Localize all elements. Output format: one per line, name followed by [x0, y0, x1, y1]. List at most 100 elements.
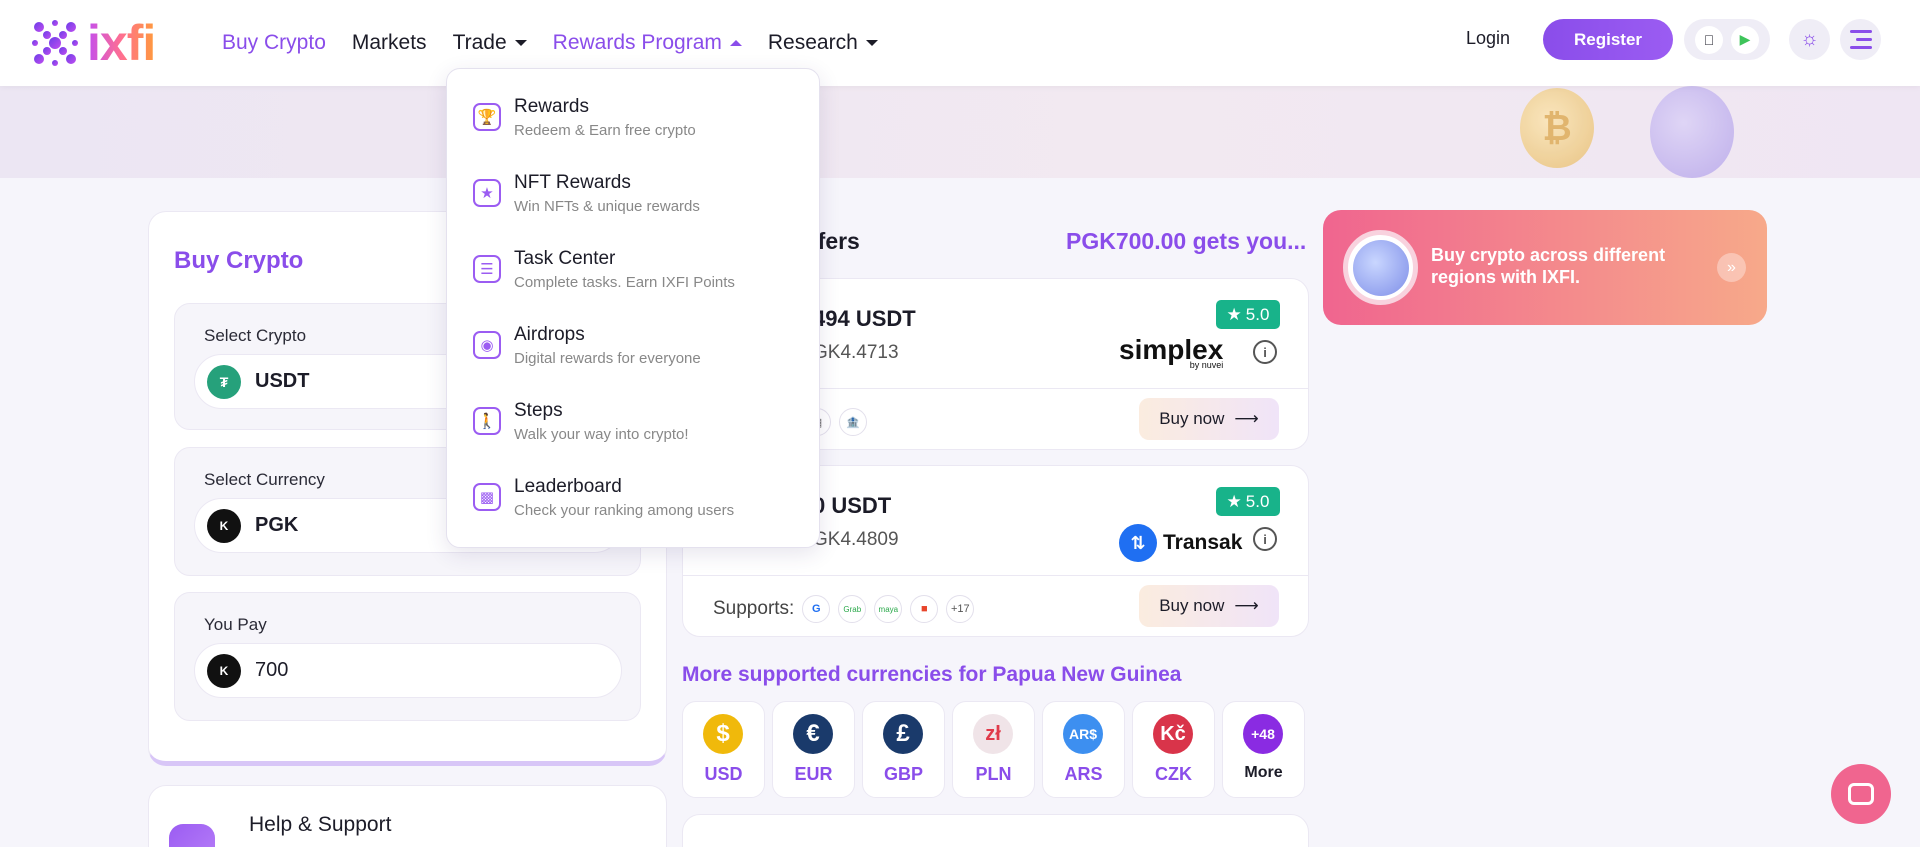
currency-code: USD: [704, 764, 743, 784]
nav-buy-crypto[interactable]: Buy Crypto: [222, 26, 326, 60]
nav-rewards-program-label: Rewards Program: [552, 31, 722, 54]
info-icon[interactable]: i: [1253, 340, 1277, 364]
double-chevron-right-icon[interactable]: »: [1717, 253, 1746, 282]
info-icon[interactable]: i: [1253, 527, 1277, 551]
apple-icon[interactable]: : [1695, 25, 1723, 54]
currency-tile-pln[interactable]: zł PLN: [952, 701, 1035, 798]
logo-text: ixfi: [87, 15, 156, 71]
buy-now-button[interactable]: Buy now ⟶: [1139, 585, 1279, 627]
chevron-down-icon: [514, 40, 527, 46]
select-crypto-label: Select Crypto: [204, 326, 307, 345]
provider-name: Transak: [1163, 531, 1243, 554]
currency-code: CZK: [1155, 764, 1192, 784]
currency-tile-czk[interactable]: Kč CZK: [1132, 701, 1215, 798]
currency-tile-ars[interactable]: AR$ ARS: [1042, 701, 1125, 798]
gcash-icon: G: [802, 595, 831, 623]
currency-tile-usd[interactable]: $ USD: [682, 701, 765, 798]
nav-trade-label: Trade: [452, 31, 507, 54]
chat-support-icon[interactable]: [1831, 764, 1891, 824]
top-header: ixfi Buy Crypto Markets Trade Rewards Pr…: [0, 0, 1920, 86]
nav-research-label: Research: [767, 31, 858, 54]
help-support-panel[interactable]: Help & Support: [148, 785, 667, 847]
nav-buy-crypto-label: Buy Crypto: [222, 31, 326, 54]
offer-rate: GK4.4809: [813, 529, 899, 550]
currency-value: PGK: [255, 514, 299, 536]
more-currencies-title: More supported currencies for Papua New …: [682, 663, 1182, 686]
globe-icon: [1343, 230, 1418, 305]
currency-symbol-icon: Kč: [1153, 714, 1193, 754]
dropdown-item-subtitle: Complete tasks. Earn IXFI Points: [514, 274, 735, 291]
currency-code: EUR: [794, 764, 833, 784]
main-nav: Buy Crypto Markets Trade Rewards Program…: [222, 26, 878, 60]
register-button[interactable]: Register: [1543, 19, 1673, 60]
ixfi-logo[interactable]: ixfi: [29, 15, 156, 71]
transak-logo: ⇅ Transak: [1119, 524, 1242, 562]
you-pay-label: You Pay: [204, 615, 267, 634]
promo-banner[interactable]: Buy crypto across different regions with…: [1323, 210, 1767, 325]
dropdown-item-steps[interactable]: 🚶 Steps Walk your way into crypto!: [473, 395, 803, 453]
nav-trade[interactable]: Trade: [453, 26, 527, 60]
grabpay-icon: Grab: [838, 595, 867, 623]
nav-rewards-program[interactable]: Rewards Program: [553, 26, 742, 60]
dropdown-item-title: Leaderboard: [514, 476, 622, 497]
buy-panel-title: Buy Crypto: [174, 247, 304, 274]
dropdown-item-title: Task Center: [514, 248, 616, 269]
bank-icon: 🏦: [839, 408, 867, 436]
dropdown-item-airdrops[interactable]: ◉ Airdrops Digital rewards for everyone: [473, 319, 803, 377]
dropdown-item-nft-rewards[interactable]: ★ NFT Rewards Win NFTs & unique rewards: [473, 167, 803, 225]
chevron-down-icon: [865, 40, 878, 46]
rewards-dropdown-menu: 🏆 Rewards Redeem & Earn free crypto ★ NFT Re…: [446, 68, 820, 548]
dropdown-item-subtitle: Win NFTs & unique rewards: [514, 198, 700, 215]
offer-rate: GK4.4713: [813, 342, 899, 363]
kina-icon: K: [207, 508, 241, 543]
promo-text: Buy crypto across different regions with…: [1431, 245, 1666, 287]
nav-research[interactable]: Research: [768, 26, 878, 60]
currency-code: GBP: [883, 764, 923, 784]
help-icon: [169, 824, 215, 847]
nft-trophy-icon: ★: [473, 179, 501, 207]
theme-toggle-sun-icon[interactable]: ☼: [1789, 19, 1830, 60]
currency-symbol-icon: zł: [973, 714, 1013, 754]
app-store-buttons:  ▶: [1684, 19, 1770, 60]
token-coin-icon: [1650, 86, 1734, 178]
offer-card-next: [682, 814, 1309, 847]
trophy-icon: 🏆: [473, 103, 501, 131]
buy-now-button[interactable]: Buy now ⟶: [1139, 398, 1279, 440]
select-currency-label: Select Currency: [204, 470, 325, 489]
arrow-right-icon: ⟶: [1234, 596, 1259, 615]
divider: [683, 575, 1308, 576]
dropdown-item-subtitle: Redeem & Earn free crypto: [514, 122, 696, 139]
offers-amount-text: PGK700.00 gets you...: [1066, 228, 1307, 254]
hamburger-menu-icon[interactable]: [1840, 19, 1881, 60]
nav-markets[interactable]: Markets: [352, 26, 427, 60]
you-pay-input[interactable]: K 700: [194, 643, 622, 698]
currency-symbol-icon: €: [793, 714, 833, 754]
login-link[interactable]: Login: [1466, 28, 1510, 49]
dropdown-item-task-center[interactable]: ☰ Task Center Complete tasks. Earn IXFI Po…: [473, 243, 803, 301]
google-play-icon[interactable]: ▶: [1731, 25, 1759, 54]
dropdown-item-subtitle: Check your ranking among users: [514, 502, 735, 519]
you-pay-box: You Pay K 700: [174, 592, 641, 721]
currency-tile-gbp[interactable]: £ GBP: [862, 701, 945, 798]
rating-badge: ★ 5.0: [1216, 487, 1280, 516]
currency-symbol-icon: AR$: [1063, 714, 1103, 754]
dropdown-item-title: Airdrops: [514, 324, 585, 345]
payment-methods: Supports: G Grab maya ■ +17: [713, 595, 975, 623]
currency-code: More: [1244, 764, 1283, 781]
transak-icon: ⇅: [1119, 524, 1157, 562]
rating-value: 5.0: [1245, 304, 1270, 324]
rating-value: 5.0: [1245, 491, 1270, 511]
dropdown-item-rewards[interactable]: 🏆 Rewards Redeem & Earn free crypto: [473, 91, 803, 149]
dropdown-item-title: NFT Rewards: [514, 172, 631, 193]
rating-badge: ★ 5.0: [1216, 300, 1280, 329]
dropdown-item-leaderboard[interactable]: ▩ Leaderboard Check your ranking among use…: [473, 471, 803, 529]
airdrop-icon: ◉: [473, 331, 501, 359]
kina-icon: K: [207, 653, 241, 688]
crypto-value: USDT: [255, 370, 310, 392]
currency-tile-eur[interactable]: € EUR: [772, 701, 855, 798]
more-methods-count[interactable]: +17: [946, 595, 975, 623]
dropdown-item-subtitle: Digital rewards for everyone: [514, 350, 701, 367]
currency-tile-more[interactable]: +48 More: [1222, 701, 1305, 798]
offer-amount: 0 USDT: [813, 493, 892, 518]
dropdown-item-title: Steps: [514, 400, 563, 421]
